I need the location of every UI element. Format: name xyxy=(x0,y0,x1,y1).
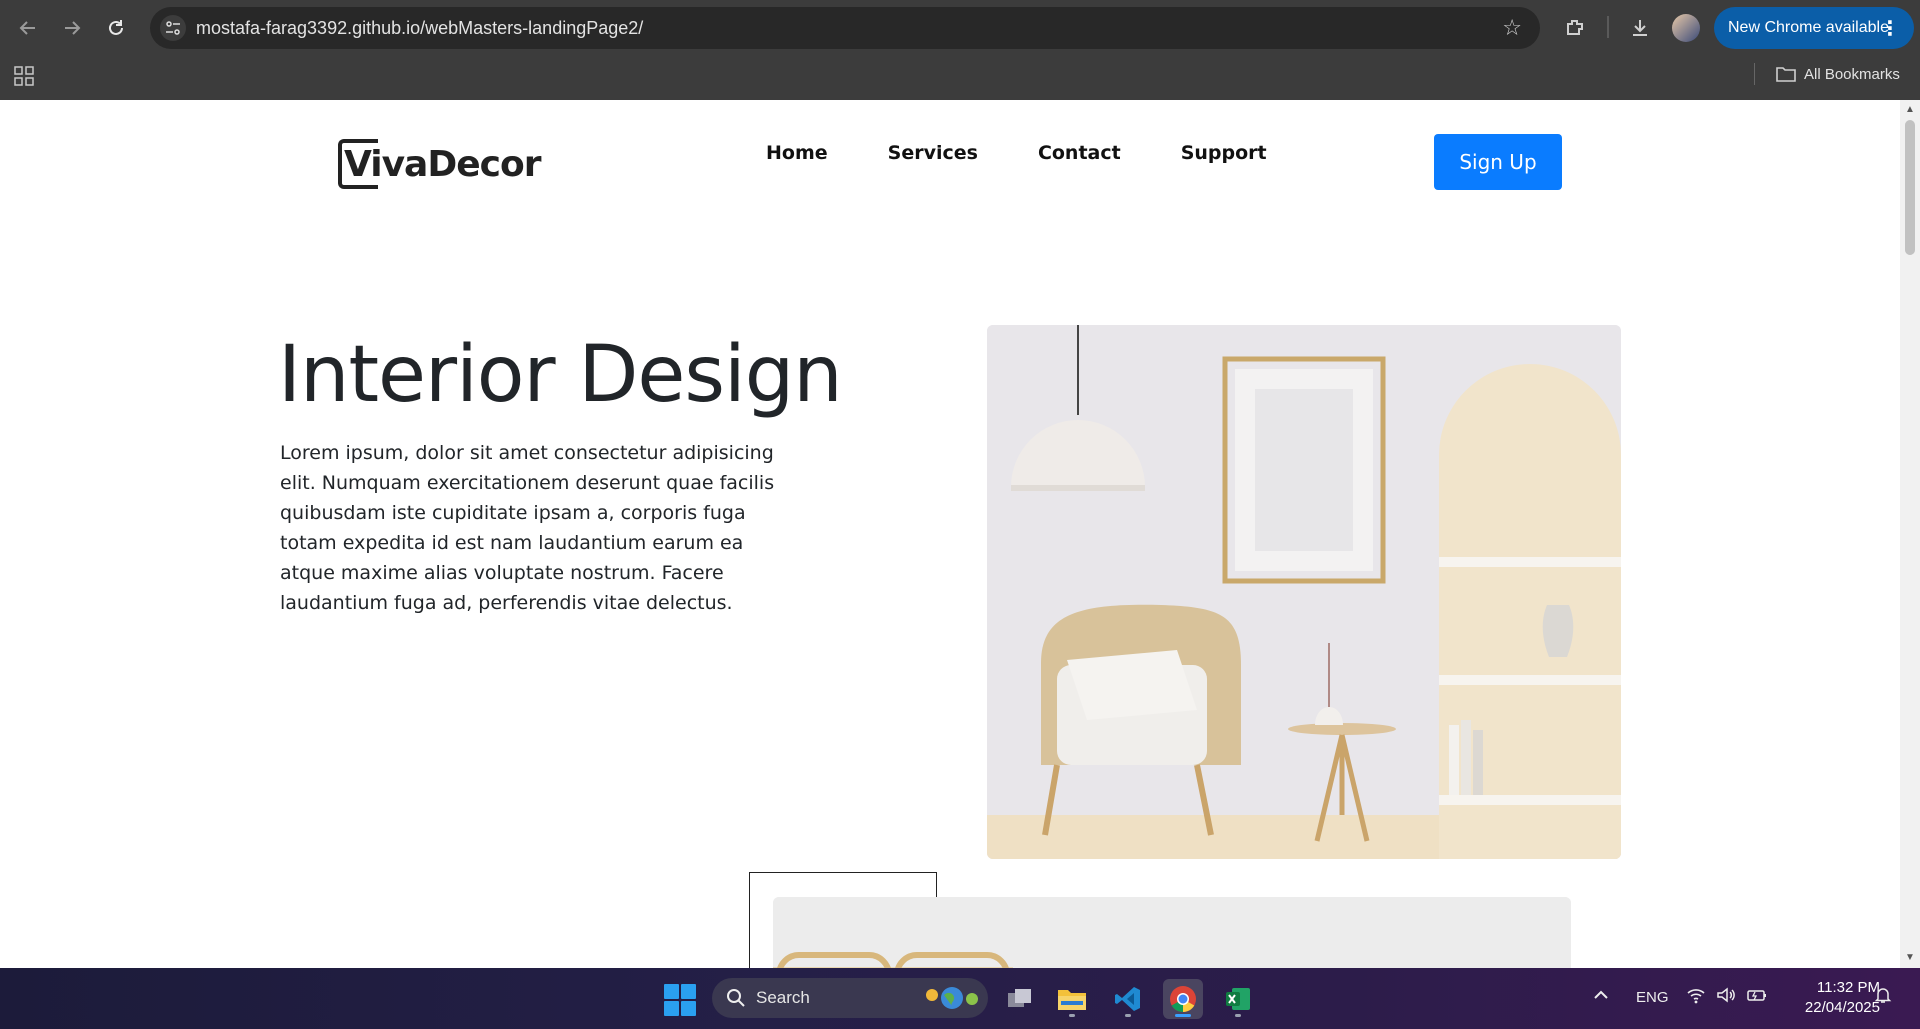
search-icon xyxy=(727,989,745,1007)
task-view-icon xyxy=(1008,989,1031,1007)
taskbar-file-explorer[interactable] xyxy=(1052,979,1092,1019)
toolbar-divider xyxy=(1607,16,1609,38)
clock-time: 11:32 PM xyxy=(1816,979,1880,996)
hero-title: Interior Design xyxy=(278,330,843,420)
nav-home[interactable]: Home xyxy=(766,142,828,164)
reload-button[interactable] xyxy=(100,12,132,44)
page-scrollbar[interactable]: ▲ ▼ xyxy=(1900,100,1920,968)
secondary-image xyxy=(773,897,1571,968)
folder-icon xyxy=(1058,990,1086,1010)
reload-icon xyxy=(109,20,123,35)
language-indicator[interactable]: ENG xyxy=(1636,989,1669,1006)
scrollbar-thumb[interactable] xyxy=(1905,120,1915,255)
taskbar-excel[interactable] xyxy=(1218,979,1258,1019)
folder-icon xyxy=(1776,67,1796,82)
forward-button[interactable] xyxy=(56,12,88,44)
earth-day-icon xyxy=(926,987,978,1009)
all-bookmarks-label: All Bookmarks xyxy=(1804,65,1900,83)
notification-bell-icon[interactable] xyxy=(1874,986,1892,1008)
windows-logo-icon xyxy=(664,984,679,999)
vscode-icon xyxy=(1115,987,1140,1011)
nav-support[interactable]: Support xyxy=(1181,142,1267,164)
site-info-icon[interactable] xyxy=(160,15,186,41)
nav-contact[interactable]: Contact xyxy=(1038,142,1121,164)
battery-icon[interactable] xyxy=(1746,986,1768,1008)
all-bookmarks-button[interactable]: All Bookmarks xyxy=(1776,62,1900,86)
taskbar-chrome[interactable] xyxy=(1163,979,1203,1019)
apps-grid-icon[interactable] xyxy=(14,66,34,86)
arrow-left-icon xyxy=(19,21,35,35)
interior-room-illustration xyxy=(987,325,1621,859)
start-button[interactable] xyxy=(664,984,696,1016)
logo-bracket-icon xyxy=(338,139,378,189)
update-label: New Chrome available xyxy=(1728,19,1889,36)
show-hidden-icons-chevron-icon[interactable] xyxy=(1592,986,1610,1008)
task-view-button[interactable] xyxy=(1000,979,1040,1019)
main-nav: Home Services Contact Support xyxy=(766,142,1267,164)
taskbar-clock[interactable]: 11:32 PM 22/04/2025 xyxy=(1780,978,1880,1018)
hero-image xyxy=(987,325,1621,859)
address-bar[interactable]: mostafa-farag3392.github.io/webMasters-l… xyxy=(150,7,1540,49)
url-text[interactable]: mostafa-farag3392.github.io/webMasters-l… xyxy=(196,18,643,39)
volume-icon[interactable] xyxy=(1716,986,1736,1008)
bookmarks-divider xyxy=(1754,63,1755,85)
scroll-down-arrow-icon[interactable]: ▼ xyxy=(1904,952,1916,964)
excel-icon xyxy=(1226,988,1250,1010)
nav-services[interactable]: Services xyxy=(888,142,978,164)
extensions-icon[interactable] xyxy=(1559,12,1591,44)
new-chrome-available-button[interactable]: New Chrome available ⋮ xyxy=(1714,7,1914,49)
rattan-furniture-illustration xyxy=(773,897,1571,968)
back-button[interactable] xyxy=(12,12,44,44)
hero-description: Lorem ipsum, dolor sit amet consectetur … xyxy=(280,442,775,614)
bookmarks-bar xyxy=(0,56,1920,100)
taskbar-search[interactable]: Search xyxy=(712,978,988,1018)
menu-kebab-icon: ⋮ xyxy=(1880,18,1900,40)
search-label: Search xyxy=(756,988,810,1007)
profile-avatar[interactable] xyxy=(1672,14,1700,42)
scroll-up-arrow-icon[interactable]: ▲ xyxy=(1904,104,1916,116)
wifi-icon[interactable] xyxy=(1686,986,1706,1008)
bookmark-star-icon[interactable]: ☆ xyxy=(1502,15,1522,41)
site-logo[interactable]: VivaDecor xyxy=(338,138,541,190)
arrow-right-icon xyxy=(65,21,81,35)
sign-up-button[interactable]: Sign Up xyxy=(1434,134,1562,190)
page-viewport: VivaDecor Home Services Contact Support … xyxy=(0,100,1900,968)
chrome-icon xyxy=(1170,986,1196,1013)
taskbar-vscode[interactable] xyxy=(1108,979,1148,1019)
clock-date: 22/04/2025 xyxy=(1804,999,1880,1016)
downloads-icon[interactable] xyxy=(1624,12,1656,44)
